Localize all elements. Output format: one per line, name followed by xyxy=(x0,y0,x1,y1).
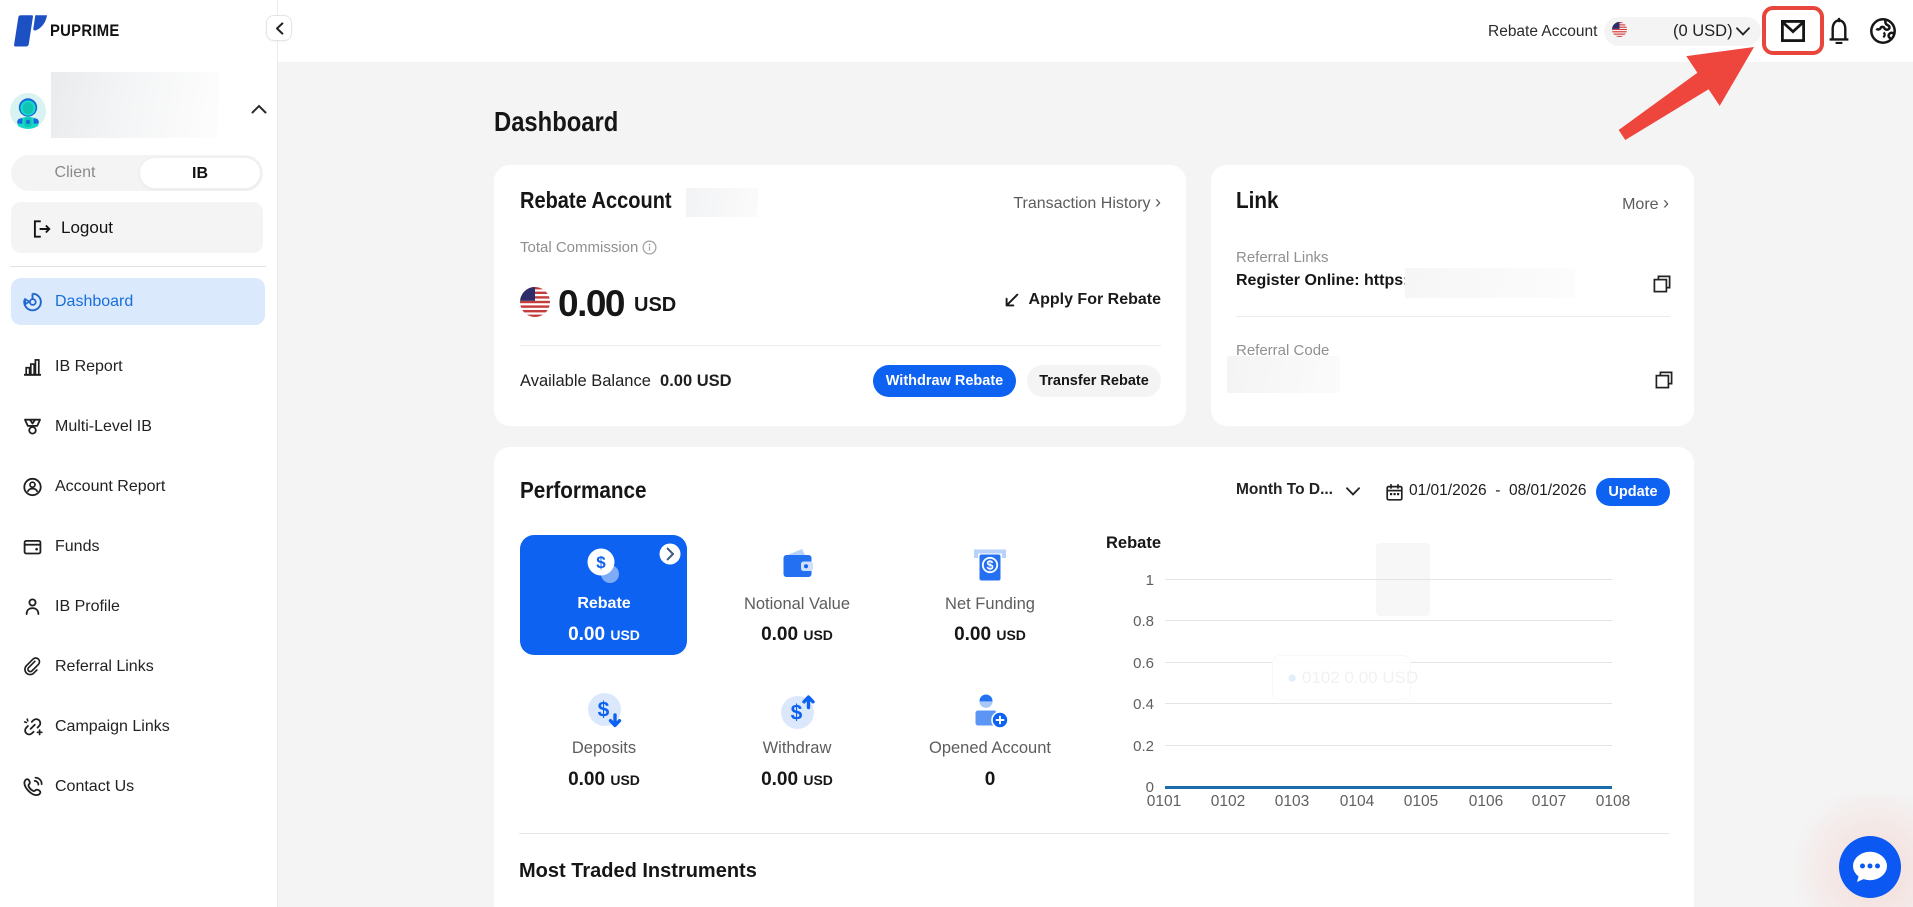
svg-text:$: $ xyxy=(791,702,803,725)
svg-text:$: $ xyxy=(596,553,606,572)
svg-text:$: $ xyxy=(987,559,994,573)
svg-text:$: $ xyxy=(598,699,610,722)
